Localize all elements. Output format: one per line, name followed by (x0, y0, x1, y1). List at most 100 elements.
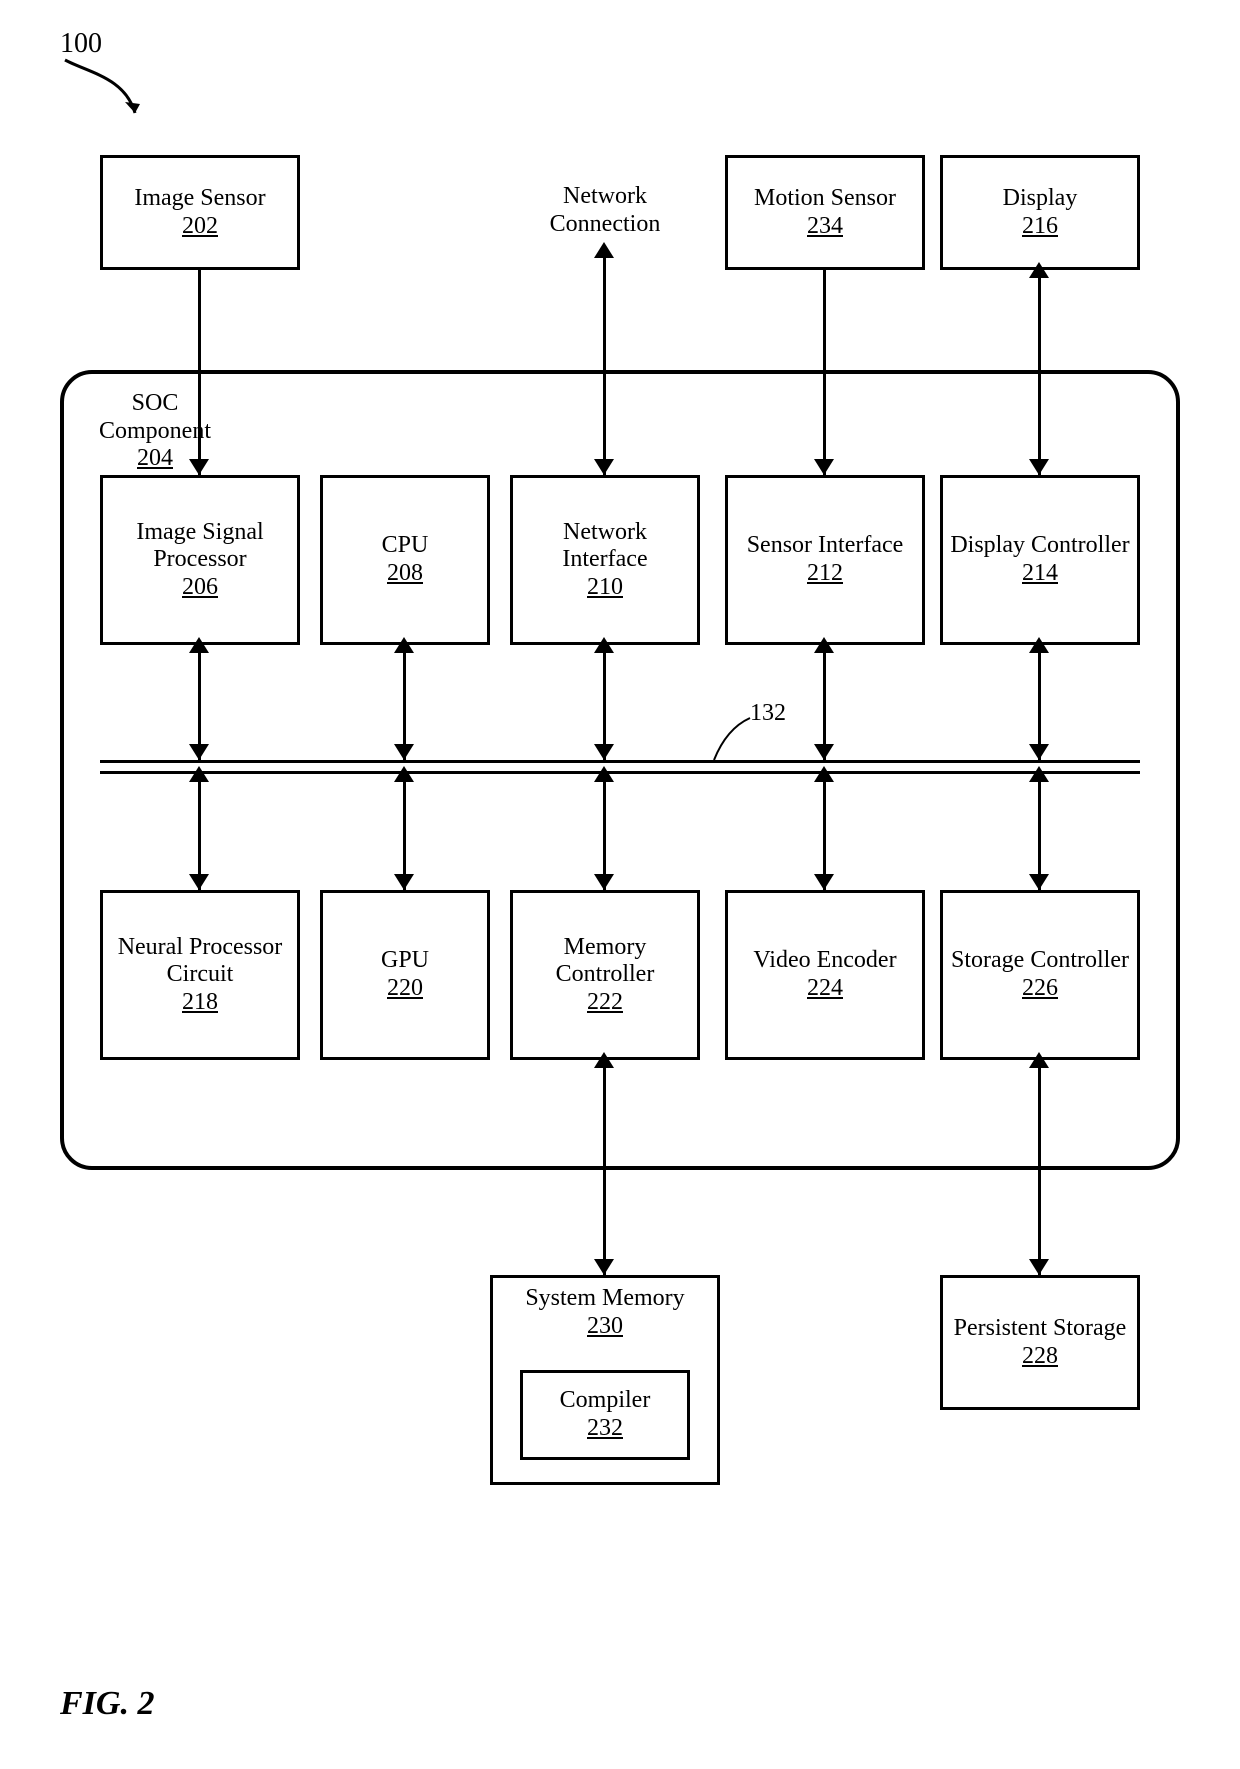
network-connection-label: Network Connection (515, 183, 695, 238)
conn-display-to-dispctl (1038, 270, 1041, 475)
conn-image-sensor-to-isp (198, 270, 201, 475)
block-venc-num: 224 (807, 975, 843, 1003)
block-image-sensor-label: Image Sensor (134, 185, 265, 213)
block-image-sensor-num: 202 (182, 213, 218, 241)
arrowhead (814, 874, 834, 890)
block-npc: Neural Processor Circuit 218 (100, 890, 300, 1060)
arrowhead (814, 637, 834, 653)
arrowhead (1029, 1259, 1049, 1275)
conn-cpu-to-bus (403, 645, 406, 760)
block-display: Display 216 (940, 155, 1140, 270)
conn-bus-to-gpu (403, 774, 406, 890)
block-netif-label: Network Interface (519, 519, 691, 574)
arrowhead (594, 874, 614, 890)
block-dispctl-label: Display Controller (950, 532, 1129, 560)
conn-sensorif-to-bus (823, 645, 826, 760)
conn-network-to-netif (603, 250, 606, 475)
block-venc: Video Encoder 224 (725, 890, 925, 1060)
block-gpu: GPU 220 (320, 890, 490, 1060)
block-motion-sensor: Motion Sensor 234 (725, 155, 925, 270)
arrowhead (189, 637, 209, 653)
conn-bus-to-memctl (603, 774, 606, 890)
bus-ref-132-leader (708, 715, 753, 763)
block-memctl-label: Memory Controller (519, 934, 691, 989)
arrowhead (189, 744, 209, 760)
conn-bus-to-npc (198, 774, 201, 890)
block-sensorif-num: 212 (807, 560, 843, 588)
conn-isp-to-bus (198, 645, 201, 760)
bus-ref-132: 132 (750, 700, 786, 727)
conn-motion-to-sensorif (823, 270, 826, 475)
conn-bus-to-venc (823, 774, 826, 890)
block-storctl-label: Storage Controller (951, 947, 1129, 975)
block-cpu-label: CPU (382, 532, 429, 560)
conn-memctl-to-sysmem (603, 1060, 606, 1275)
block-compiler-label: Compiler (560, 1387, 651, 1415)
arrowhead (814, 459, 834, 475)
arrowhead (1029, 874, 1049, 890)
block-isp-num: 206 (182, 574, 218, 602)
block-compiler: Compiler 232 (520, 1370, 690, 1460)
arrowhead (814, 744, 834, 760)
block-persistent-storage-label: Persistent Storage (954, 1315, 1127, 1343)
arrowhead (189, 874, 209, 890)
arrowhead (1029, 766, 1049, 782)
arrowhead (1029, 744, 1049, 760)
block-dispctl: Display Controller 214 (940, 475, 1140, 645)
arrowhead (394, 637, 414, 653)
block-cpu-num: 208 (387, 560, 423, 588)
block-isp: Image Signal Processor 206 (100, 475, 300, 645)
soc-label-text: SOC Component (85, 390, 225, 445)
arrowhead (189, 766, 209, 782)
arrowhead (1029, 1052, 1049, 1068)
arrowhead (1029, 459, 1049, 475)
block-cpu: CPU 208 (320, 475, 490, 645)
arrowhead (594, 766, 614, 782)
conn-netif-to-bus (603, 645, 606, 760)
block-display-num: 216 (1022, 213, 1058, 241)
arrowhead (594, 242, 614, 258)
block-gpu-num: 220 (387, 975, 423, 1003)
block-dispctl-num: 214 (1022, 560, 1058, 588)
arrowhead (594, 1052, 614, 1068)
figure-ref-100: 100 (60, 28, 102, 60)
arrowhead (394, 744, 414, 760)
arrowhead (594, 1259, 614, 1275)
diagram-page: 100 Image Sensor 202 Network Connection … (0, 0, 1240, 1769)
arrowhead (394, 766, 414, 782)
block-motion-sensor-num: 234 (807, 213, 843, 241)
block-storctl-num: 226 (1022, 975, 1058, 1003)
block-netif: Network Interface 210 (510, 475, 700, 645)
system-bus (100, 760, 1140, 774)
block-npc-label: Neural Processor Circuit (109, 934, 291, 989)
conn-dispctl-to-bus (1038, 645, 1041, 760)
figure-ref-100-leader (60, 58, 140, 128)
conn-bus-to-storctl (1038, 774, 1041, 890)
block-motion-sensor-label: Motion Sensor (754, 185, 896, 213)
arrowhead (189, 459, 209, 475)
block-persistent-storage-num: 228 (1022, 1343, 1058, 1371)
block-image-sensor: Image Sensor 202 (100, 155, 300, 270)
arrowhead (394, 874, 414, 890)
block-gpu-label: GPU (381, 947, 429, 975)
block-persistent-storage: Persistent Storage 228 (940, 1275, 1140, 1410)
arrowhead (814, 766, 834, 782)
arrowhead (594, 459, 614, 475)
block-npc-num: 218 (182, 989, 218, 1017)
block-venc-label: Video Encoder (753, 947, 896, 975)
block-memctl: Memory Controller 222 (510, 890, 700, 1060)
block-system-memory-label: System Memory (525, 1285, 684, 1311)
block-storctl: Storage Controller 226 (940, 890, 1140, 1060)
arrowhead (594, 637, 614, 653)
block-compiler-num: 232 (587, 1415, 623, 1443)
conn-storctl-to-pstorage (1038, 1060, 1041, 1275)
block-isp-label: Image Signal Processor (109, 519, 291, 574)
block-display-label: Display (1003, 185, 1078, 213)
figure-caption: FIG. 2 (60, 1685, 154, 1723)
arrowhead (1029, 262, 1049, 278)
arrowhead (1029, 637, 1049, 653)
block-system-memory-num: 230 (587, 1313, 623, 1339)
arrowhead (594, 744, 614, 760)
block-sensorif: Sensor Interface 212 (725, 475, 925, 645)
block-sensorif-label: Sensor Interface (747, 532, 904, 560)
